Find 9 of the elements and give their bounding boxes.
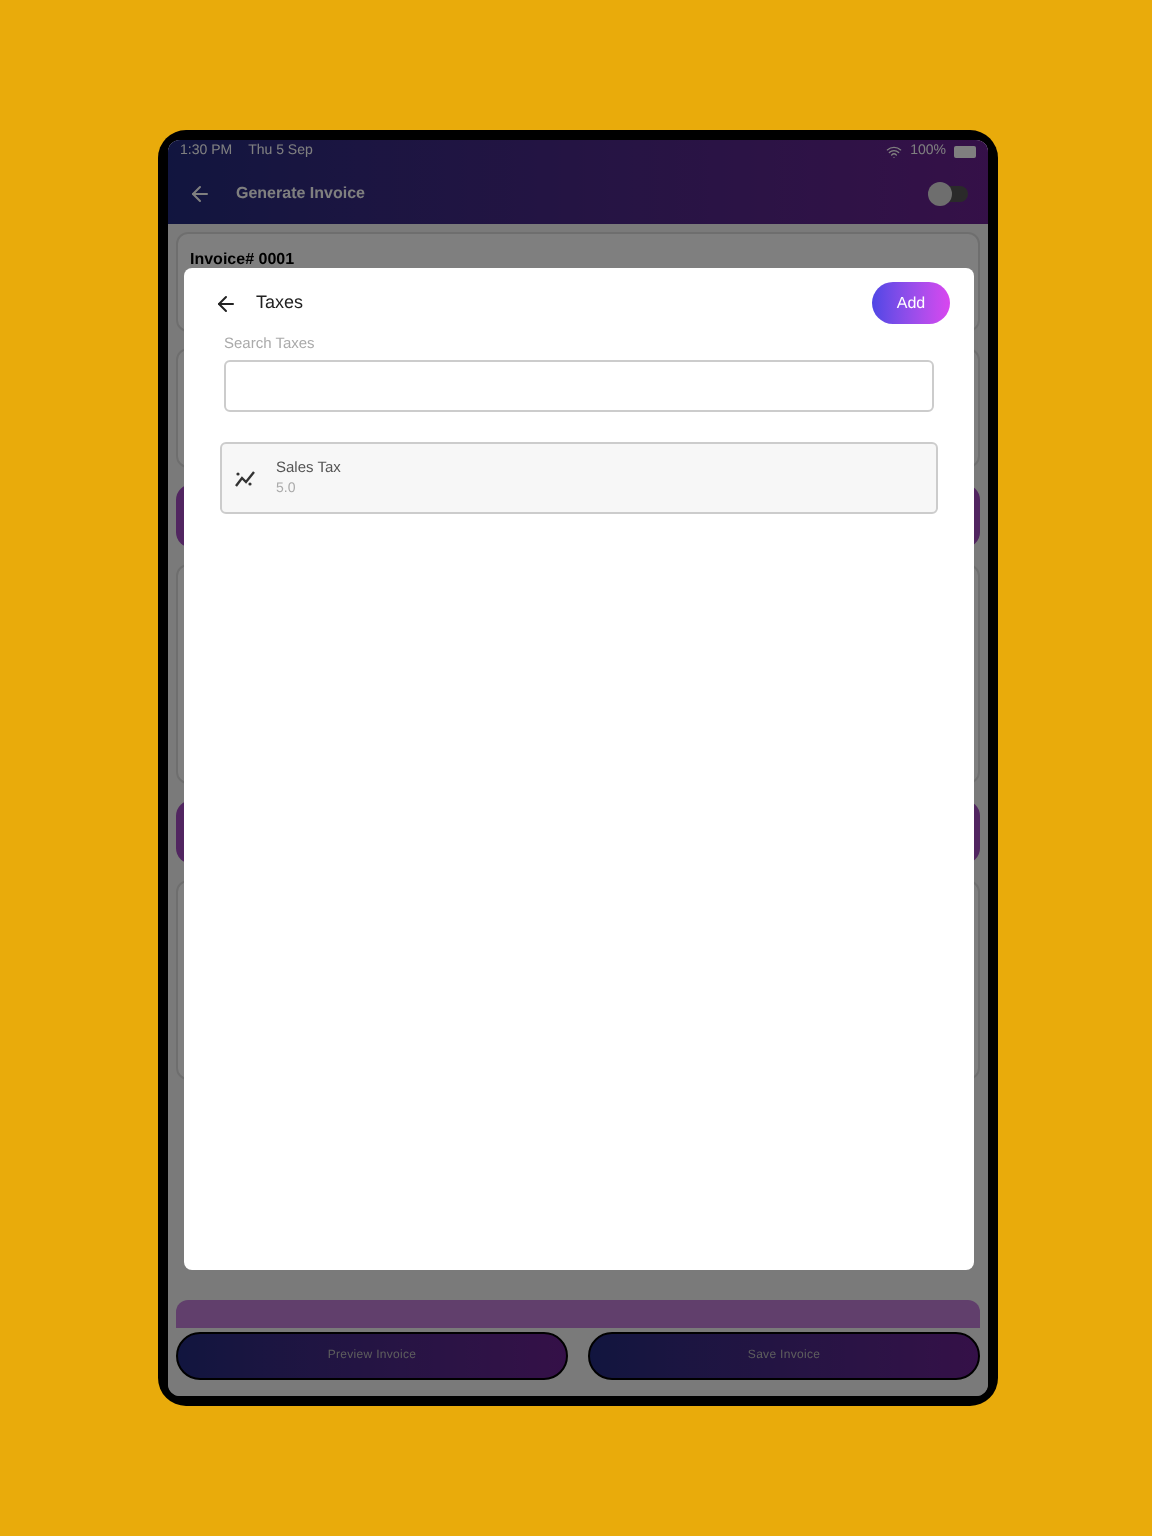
toggle-switch[interactable]: [932, 186, 968, 202]
wifi-icon: [886, 144, 903, 160]
dialog-title: Taxes: [256, 289, 304, 316]
battery-icon: [954, 146, 976, 158]
add-button[interactable]: Add: [872, 282, 950, 324]
zigzag-icon: [234, 469, 256, 488]
header-title: Generate Invoice: [236, 182, 365, 206]
invoice-number: Invoice# 0001: [190, 250, 295, 268]
back-icon[interactable]: [214, 291, 238, 315]
